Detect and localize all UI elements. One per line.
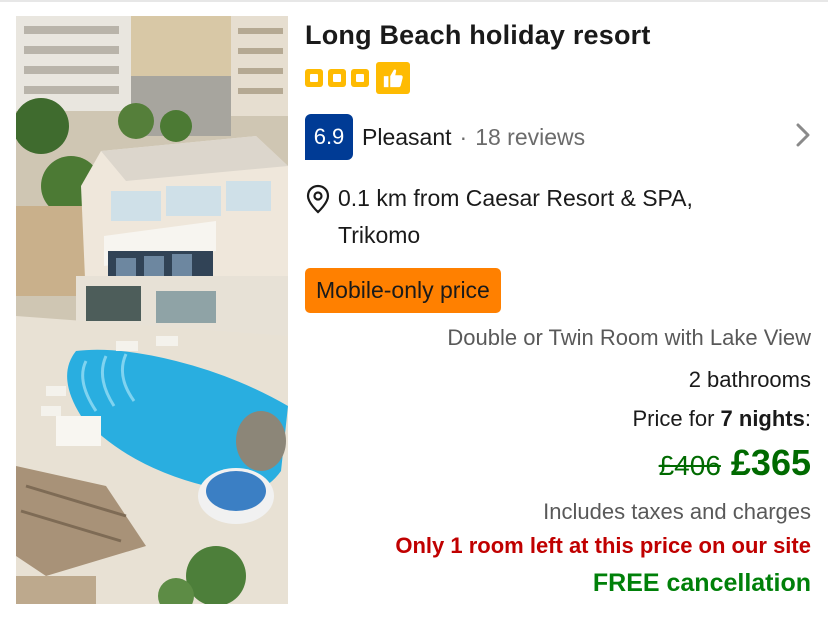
property-photo[interactable] [16, 16, 288, 604]
star-icon [305, 69, 323, 87]
room-bathrooms: 2 bathrooms [688, 367, 811, 392]
divider [0, 0, 828, 2]
property-photo-image [16, 16, 288, 604]
property-card[interactable]: Long Beach holiday resort 6.9 Pleasant ·… [0, 0, 828, 618]
map-pin-icon [306, 184, 330, 214]
taxes-note: Includes taxes and charges [543, 499, 811, 524]
original-price: £406 [658, 450, 721, 481]
price-duration: Price for 7 nights: [633, 406, 812, 432]
review-count: 18 reviews [475, 123, 586, 150]
property-name[interactable]: Long Beach holiday resort [305, 20, 651, 51]
star-icon [351, 69, 369, 87]
review-summary[interactable]: 6.9 Pleasant · 18 reviews [305, 114, 585, 160]
room-type: Double or Twin Room with Lake View [447, 325, 811, 350]
review-score-word: Pleasant [362, 123, 452, 150]
location-text: 0.1 km from Caesar Resort & SPA, Trikomo [338, 185, 693, 248]
price-label-prefix: Price for [632, 406, 721, 431]
separator-dot: · [459, 123, 468, 150]
nights-count: 7 nights [720, 406, 805, 431]
mobile-only-price-badge: Mobile-only price [305, 268, 501, 313]
chevron-right-icon[interactable] [788, 120, 818, 150]
star-rating [305, 62, 410, 94]
free-cancellation: FREE cancellation [592, 569, 811, 597]
price-label-suffix: : [804, 406, 811, 431]
scarcity-alert: Only 1 room left at this price on our si… [395, 533, 811, 558]
price: £406 £365 [659, 442, 811, 484]
current-price: £365 [730, 442, 811, 483]
thumbs-up-icon [376, 62, 410, 94]
star-icon [328, 69, 346, 87]
review-score-badge: 6.9 [305, 114, 353, 160]
